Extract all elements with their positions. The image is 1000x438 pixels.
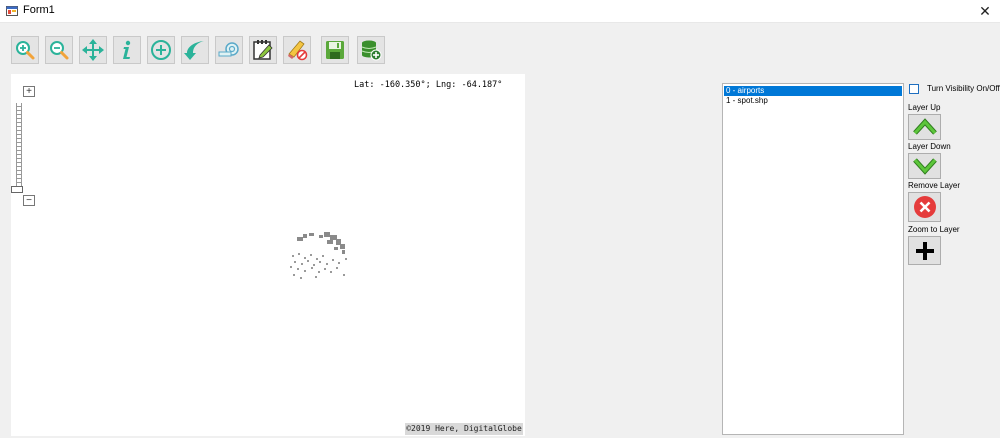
plus-circle-icon [151,40,171,60]
edit-button[interactable] [249,36,277,64]
layer-item-airports[interactable]: 0 - airports [724,86,902,96]
add-layer-button[interactable] [147,36,175,64]
remove-layer-button[interactable] [908,192,941,222]
remove-layer-label: Remove Layer [908,181,961,190]
layer-list[interactable]: 0 - airports 1 - spot.shp [722,83,904,435]
pan-arrows-icon [82,39,104,61]
close-button[interactable]: ✕ [970,0,1000,22]
database-add-icon [361,40,382,61]
map-canvas[interactable] [11,74,525,436]
map-zoom-in-button[interactable]: + [23,86,35,97]
map-attribution: ©2019 Here, DigitalGlobe [405,423,523,435]
clear-button[interactable] [283,36,311,64]
zoom-out-icon [50,41,69,60]
zoom-to-layer-button[interactable] [908,236,941,265]
map-zoom-slider[interactable] [16,103,22,186]
chevron-up-icon [912,118,937,135]
back-button[interactable] [181,36,209,64]
measure-tape-icon [218,42,239,57]
chevron-down-icon [912,158,937,175]
map-zoom-slider-thumb[interactable] [11,186,23,193]
layer-down-label: Layer Down [908,142,951,151]
layer-up-label: Layer Up [908,103,941,112]
map-coordinates-readout: Lat: -160.350°; Lng: -64.187° [354,80,503,90]
layer-up-button[interactable] [908,114,941,140]
visibility-checkbox[interactable] [909,84,919,94]
info-icon [123,40,131,59]
title-bar: Form1 ✕ [0,0,1000,23]
visibility-label: Turn Visibility On/Off [927,84,1000,93]
form-app-icon [6,6,18,16]
floppy-save-icon [326,41,344,59]
zoom-out-button[interactable] [45,36,73,64]
save-button[interactable] [321,36,349,64]
layer-item-spot[interactable]: 1 - spot.shp [724,96,902,106]
database-add-button[interactable] [357,36,385,64]
zoom-to-layer-label: Zoom to Layer [908,225,960,234]
info-button[interactable] [113,36,141,64]
remove-x-icon [913,196,936,218]
plus-icon [915,241,934,260]
zoom-in-button[interactable] [11,36,39,64]
back-arrow-icon [184,41,204,60]
window-title: Form1 [23,4,55,16]
layer-down-button[interactable] [908,153,941,179]
close-icon: ✕ [979,2,991,19]
map-zoom-out-button[interactable]: − [23,195,35,206]
zoom-in-icon [16,41,35,60]
measure-button[interactable] [215,36,243,64]
pan-button[interactable] [79,36,107,64]
edit-pencil-icon [253,40,273,60]
eraser-icon [288,40,308,61]
map-feature-points [290,232,347,279]
